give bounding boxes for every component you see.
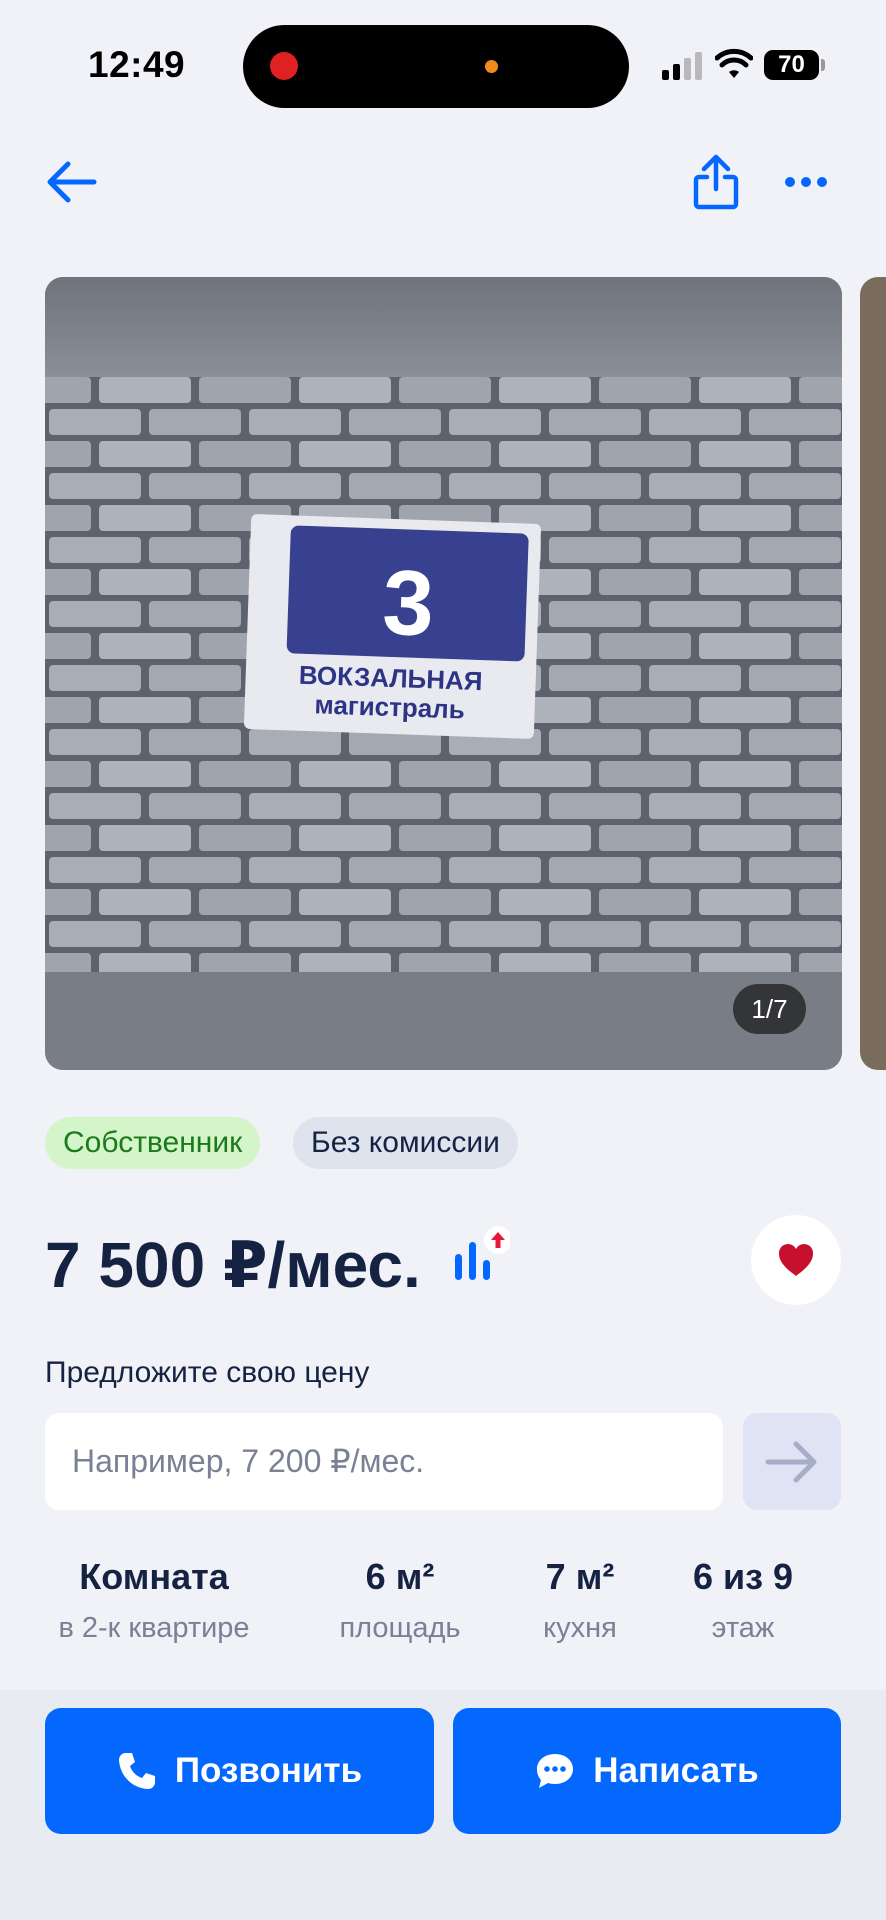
spec-label: кухня [543,1612,617,1644]
battery-level: 70 [778,51,805,78]
no-fee-badge: Без комиссии [293,1117,518,1169]
offer-price-title: Предложите свою цену [45,1356,370,1389]
photo-counter: 1/7 [733,984,806,1034]
share-button[interactable] [684,148,748,216]
arrow-right-icon [765,1441,817,1482]
spec-value: 6 из 9 [692,1556,794,1597]
battery-tip [821,59,825,71]
camera-indicator-icon [485,60,498,73]
next-photo-preview[interactable] [860,277,886,1070]
sign-line2: магистраль [314,689,465,724]
offer-price-input[interactable] [45,1413,723,1510]
spec-area: 6 м² площадь [330,1556,470,1645]
offer-submit-button[interactable] [743,1413,841,1510]
heart-icon [778,1244,814,1276]
more-dots-icon [785,177,827,187]
favorite-button[interactable] [751,1215,841,1305]
spec-label: этаж [711,1612,775,1644]
cellular-signal-icon [662,52,706,80]
spec-value: 6 м² [365,1556,435,1597]
wifi-icon [715,48,753,78]
spec-room: Комната в 2-к квартире [45,1556,263,1645]
listing-photo: 3 ВОКЗАЛЬНАЯ магистраль [45,277,842,1070]
spec-value: 7 м² [545,1556,615,1597]
spec-kitchen: 7 м² кухня [525,1556,635,1645]
recording-indicator-icon [270,52,298,80]
back-button[interactable] [40,150,104,214]
message-button[interactable]: Написать [453,1708,841,1834]
spec-value: Комната [79,1556,229,1597]
spec-label: площадь [339,1612,461,1644]
street-sign: 3 ВОКЗАЛЬНАЯ магистраль [244,514,541,739]
status-time: 12:49 [88,44,186,85]
chat-bubble-icon [537,1754,574,1788]
dynamic-island [243,25,629,108]
photo-gallery[interactable]: 3 ВОКЗАЛЬНАЯ магистраль [45,277,842,1070]
spec-label: в 2-к квартире [58,1612,250,1644]
sign-number: 3 [381,552,436,656]
call-button[interactable]: Позвонить [45,1708,434,1834]
more-button[interactable] [774,150,838,214]
arrow-left-icon [47,161,97,203]
call-button-label: Позвонить [174,1751,363,1790]
phone-icon [118,1753,155,1789]
price-value: 7 500 ₽/мес. [45,1229,421,1301]
price-chart-up-icon[interactable] [450,1224,510,1284]
spec-floor: 6 из 9 этаж [677,1556,809,1645]
message-button-label: Написать [593,1751,759,1790]
owner-badge: Собственник [45,1117,261,1169]
share-icon [693,154,739,210]
status-bar: 12:49 70 [0,0,886,130]
